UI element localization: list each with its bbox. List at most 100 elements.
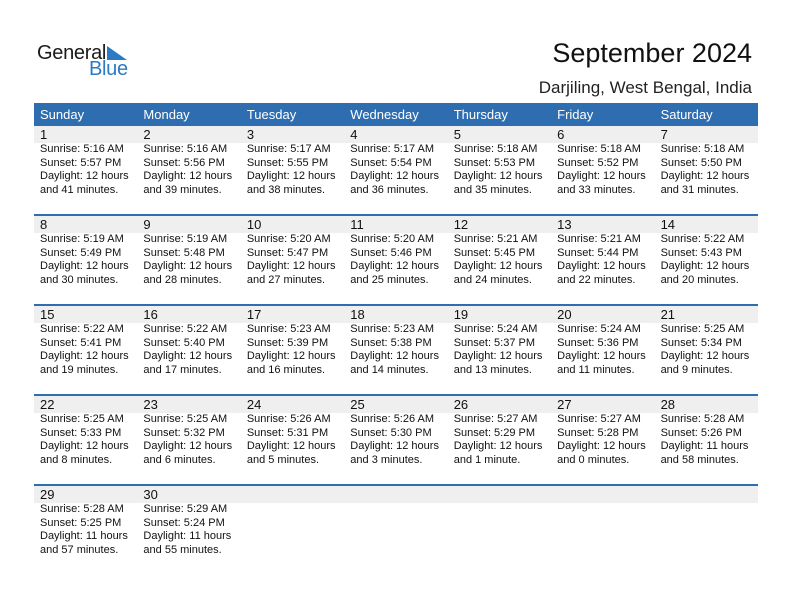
day-cell: Sunrise: 5:18 AM Sunset: 5:50 PM Daylight:…	[655, 143, 758, 197]
sunrise-time: Sunrise: 5:22 AM	[660, 233, 745, 245]
day-cell: Sunrise: 5:23 AM Sunset: 5:38 PM Daylight:…	[344, 323, 447, 377]
sunset-time: Sunset: 5:41 PM	[40, 336, 122, 349]
sunrise-time: Sunrise: 5:28 AM	[40, 503, 124, 515]
date-number-row: 1 2 3 4 5 6 7	[34, 126, 758, 143]
day-cell: Sunrise: 5:22 AM Sunset: 5:40 PM Daylight:…	[137, 323, 240, 377]
day-cell: Sunrise: 5:16 AM Sunset: 5:56 PM Daylight:…	[137, 143, 240, 197]
daylight-duration: Daylight: 12 hours	[40, 440, 129, 452]
day-number: 3	[246, 127, 255, 142]
daylight-duration: Daylight: 12 hours	[40, 170, 129, 182]
sunset-time: Sunset: 5:53 PM	[453, 156, 536, 169]
daylight-duration: Daylight: 11 hours	[660, 440, 749, 452]
day-cell: Sunrise: 5:20 AM Sunset: 5:46 PM Daylight:…	[344, 233, 447, 287]
sunrise-time: Sunrise: 5:26 AM	[246, 413, 331, 425]
daylight-duration: and 19 minutes.	[40, 363, 119, 376]
sunset-time: Sunset: 5:30 PM	[350, 426, 432, 439]
date-number-row: 15 16 17 18 19 20 21	[34, 306, 758, 323]
daylight-duration: Daylight: 12 hours	[143, 170, 233, 182]
daylight-duration: Daylight: 12 hours	[660, 260, 750, 272]
sunrise-time: Sunrise: 5:27 AM	[453, 413, 538, 425]
sunset-time: Sunset: 5:38 PM	[350, 336, 432, 349]
sunrise-time: Sunrise: 5:22 AM	[143, 323, 228, 335]
day-cell: Sunrise: 5:26 AM Sunset: 5:31 PM Daylight:…	[241, 413, 344, 467]
week-row: 8 9 10 11 12 13 14 Sunrise: 5:19 AM Sunset: 5:49…	[34, 214, 758, 304]
day-cell: Sunrise: 5:29 AM Sunset: 5:24 PM Daylight:…	[137, 503, 240, 557]
date-number-row: 29 30	[34, 486, 758, 503]
daylight-duration: and 57 minutes.	[40, 543, 119, 556]
weekday-tuesday: Tuesday	[246, 107, 297, 122]
sunrise-time: Sunrise: 5:21 AM	[557, 233, 641, 245]
daylight-duration: and 1 minute.	[453, 453, 521, 466]
daylight-duration: Daylight: 12 hours	[246, 440, 336, 452]
daylight-duration: and 3 minutes.	[350, 453, 423, 466]
daylight-duration: Daylight: 12 hours	[40, 350, 129, 362]
daylight-duration: Daylight: 12 hours	[350, 350, 439, 362]
day-cell: Sunrise: 5:19 AM Sunset: 5:49 PM Daylight:…	[34, 233, 137, 287]
sunset-time: Sunset: 5:32 PM	[143, 426, 225, 439]
daylight-duration: Daylight: 12 hours	[453, 260, 543, 272]
sunset-time: Sunset: 5:50 PM	[660, 156, 742, 169]
daylight-duration: Daylight: 12 hours	[660, 350, 750, 362]
day-cell: Sunrise: 5:21 AM Sunset: 5:44 PM Daylight:…	[551, 233, 654, 287]
day-number: 27	[557, 397, 572, 412]
day-cell: Sunrise: 5:24 AM Sunset: 5:37 PM Daylight:…	[448, 323, 551, 377]
daylight-duration: Daylight: 12 hours	[557, 440, 646, 452]
sunrise-time: Sunrise: 5:18 AM	[660, 143, 745, 155]
day-info-row: Sunrise: 5:22 AM Sunset: 5:41 PM Daylight:…	[34, 323, 758, 377]
daylight-duration: and 13 minutes.	[453, 363, 532, 376]
sunset-time: Sunset: 5:43 PM	[660, 246, 742, 259]
weekday-thursday: Thursday	[453, 107, 508, 122]
sunset-time: Sunset: 5:28 PM	[557, 426, 639, 439]
sunset-time: Sunset: 5:40 PM	[143, 336, 225, 349]
weekday-saturday: Saturday	[660, 107, 713, 122]
day-number: 10	[246, 217, 262, 232]
day-number: 20	[557, 307, 572, 322]
day-cell: Sunrise: 5:18 AM Sunset: 5:52 PM Daylight:…	[551, 143, 654, 197]
page-title: September 2024	[552, 38, 752, 68]
day-cell: Sunrise: 5:18 AM Sunset: 5:53 PM Daylight:…	[448, 143, 551, 197]
sunset-time: Sunset: 5:46 PM	[350, 246, 432, 259]
calendar: Sunday Monday Tuesday Wednesday Thursday Frid…	[34, 103, 758, 574]
daylight-duration: Daylight: 12 hours	[143, 440, 233, 452]
day-cell: Sunrise: 5:27 AM Sunset: 5:29 PM Daylight:…	[448, 413, 551, 467]
day-cell: Sunrise: 5:21 AM Sunset: 5:45 PM Daylight:…	[448, 233, 551, 287]
daylight-duration: and 33 minutes.	[557, 183, 636, 196]
day-number: 18	[350, 307, 365, 322]
sunrise-time: Sunrise: 5:20 AM	[350, 233, 435, 245]
sunrise-time: Sunrise: 5:26 AM	[350, 413, 435, 425]
daylight-duration: Daylight: 12 hours	[453, 350, 543, 362]
day-number: 24	[246, 397, 262, 412]
day-number: 12	[453, 217, 469, 232]
sunrise-time: Sunrise: 5:17 AM	[350, 143, 435, 155]
date-number-row: 8 9 10 11 12 13 14	[34, 216, 758, 233]
daylight-duration: and 9 minutes.	[660, 363, 733, 376]
day-cell: Sunrise: 5:28 AM Sunset: 5:25 PM Daylight:…	[34, 503, 137, 557]
daylight-duration: and 22 minutes.	[557, 273, 636, 286]
daylight-duration: and 55 minutes.	[143, 543, 222, 556]
daylight-duration: and 16 minutes.	[246, 363, 326, 376]
day-info-row: Sunrise: 5:19 AM Sunset: 5:49 PM Daylight:…	[34, 233, 758, 287]
sunrise-time: Sunrise: 5:16 AM	[143, 143, 228, 155]
sunrise-time: Sunrise: 5:25 AM	[660, 323, 745, 335]
day-number: 26	[453, 397, 469, 412]
week-row: 22 23 24 25 26 27 28 Sunrise: 5:25 AM Sunset: 5:…	[34, 394, 758, 484]
week-row: 1 2 3 4 5 6 7 Sunrise: 5:16 AM Sunset: 5:57 PM Da…	[34, 126, 758, 214]
sunset-time: Sunset: 5:57 PM	[40, 156, 122, 169]
sunset-time: Sunset: 5:33 PM	[40, 426, 122, 439]
day-number: 6	[557, 127, 565, 142]
day-cell: Sunrise: 5:28 AM Sunset: 5:26 PM Daylight:…	[655, 413, 758, 467]
day-number: 17	[246, 307, 262, 322]
daylight-duration: Daylight: 12 hours	[557, 350, 646, 362]
daylight-duration: and 41 minutes.	[40, 183, 119, 196]
date-number-row: 22 23 24 25 26 27 28	[34, 396, 758, 413]
sunset-time: Sunset: 5:31 PM	[246, 426, 329, 439]
day-cell: Sunrise: 5:17 AM Sunset: 5:55 PM Daylight:…	[241, 143, 344, 197]
daylight-duration: and 0 minutes.	[557, 453, 630, 466]
daylight-duration: Daylight: 12 hours	[143, 260, 233, 272]
daylight-duration: Daylight: 11 hours	[143, 530, 232, 542]
weekday-sunday: Sunday	[40, 107, 85, 122]
weekday-wednesday: Wednesday	[350, 107, 419, 122]
day-cell: Sunrise: 5:25 AM Sunset: 5:33 PM Daylight:…	[34, 413, 137, 467]
weekday-friday: Friday	[557, 107, 594, 122]
logo: General Blue	[37, 42, 137, 82]
